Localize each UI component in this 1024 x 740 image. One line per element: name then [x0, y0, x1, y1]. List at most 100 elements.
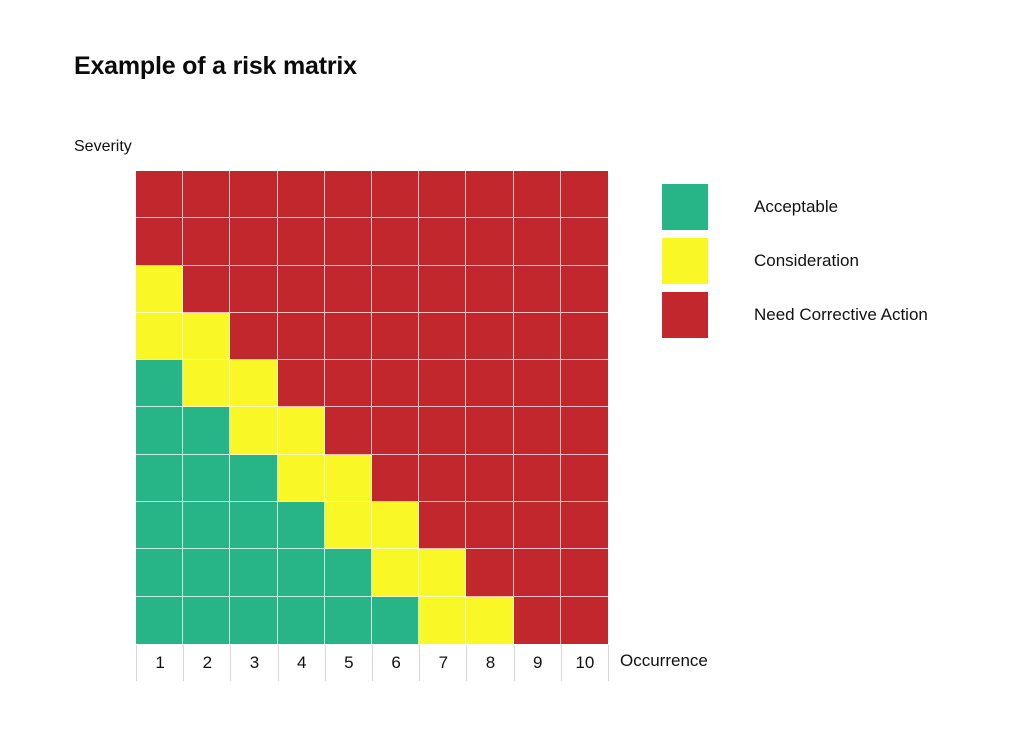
matrix-cell: [466, 407, 514, 455]
legend-label: Need Corrective Action: [754, 305, 928, 324]
matrix-cell: [183, 407, 231, 455]
matrix-cell: [324, 502, 372, 550]
matrix-cell: [230, 218, 278, 266]
matrix-cell: [183, 502, 231, 550]
matrix-cell: [372, 312, 420, 361]
x-axis-tick-label: 3: [230, 645, 277, 681]
matrix-cell: [277, 596, 325, 644]
matrix-cell: [230, 312, 278, 361]
x-axis-title: Occurrence: [620, 651, 708, 670]
legend: Acceptable Consideration Need Corrective A…: [662, 180, 1002, 342]
matrix-cell: [230, 360, 278, 408]
legend-swatch-acceptable: [662, 184, 708, 230]
matrix-cell: [466, 171, 514, 219]
matrix-cell: [560, 407, 608, 455]
matrix-cell: [136, 171, 184, 219]
matrix-cell: [372, 502, 420, 550]
matrix-cell: [324, 549, 372, 597]
x-axis-tick-label: 2: [183, 645, 230, 681]
matrix-cell: [230, 265, 278, 313]
matrix-cell: [183, 312, 231, 361]
matrix-cell: [277, 454, 325, 503]
matrix-cell: [136, 596, 184, 644]
matrix-cell: [513, 312, 561, 361]
matrix-cell: [136, 407, 184, 455]
matrix-cell: [560, 549, 608, 597]
matrix-cell: [324, 407, 372, 455]
legend-label: Consideration: [754, 251, 859, 270]
matrix-cell: [372, 549, 420, 597]
matrix-cell: [277, 171, 325, 219]
matrix-cell: [372, 454, 420, 503]
matrix-cell: [419, 454, 467, 503]
matrix-cell: [466, 360, 514, 408]
matrix-cell: [419, 218, 467, 266]
matrix-cell: [419, 596, 467, 644]
x-axis-tick-label: 9: [513, 645, 561, 681]
matrix-cell: [419, 407, 467, 455]
matrix-cell: [372, 407, 420, 455]
matrix-cell: [513, 360, 561, 408]
matrix-cell: [277, 360, 325, 408]
matrix-cell: [230, 596, 278, 644]
matrix-cell: [466, 549, 514, 597]
matrix-cell: [183, 596, 231, 644]
matrix-cell: [277, 312, 325, 361]
matrix-cell: [419, 265, 467, 313]
matrix-cell: [230, 407, 278, 455]
matrix-cell: [183, 360, 231, 408]
matrix-cell: [466, 312, 514, 361]
matrix-cell: [419, 549, 467, 597]
matrix-cell: [324, 312, 372, 361]
matrix-cell: [277, 218, 325, 266]
matrix-cell: [277, 502, 325, 550]
matrix-cell: [419, 360, 467, 408]
matrix-cell: [136, 312, 184, 361]
x-axis-tick-label: 1: [136, 645, 183, 681]
x-axis-tick-label: 7: [419, 645, 466, 681]
x-axis-tick-label: 6: [372, 645, 419, 681]
risk-matrix-grid: [136, 171, 608, 644]
risk-matrix-plot: [136, 171, 608, 644]
matrix-cell: [324, 360, 372, 408]
legend-swatch-consideration: [662, 238, 708, 284]
matrix-cell: [466, 596, 514, 644]
matrix-cell: [419, 171, 467, 219]
matrix-cell: [419, 502, 467, 550]
matrix-cell: [230, 171, 278, 219]
matrix-cell: [136, 218, 184, 266]
matrix-cell: [183, 454, 231, 503]
matrix-cell: [513, 407, 561, 455]
legend-item: Consideration: [662, 234, 1002, 288]
matrix-cell: [183, 171, 231, 219]
matrix-cell: [560, 218, 608, 266]
matrix-cell: [466, 502, 514, 550]
matrix-cell: [230, 549, 278, 597]
matrix-cell: [277, 407, 325, 455]
matrix-cell: [513, 454, 561, 503]
legend-item: Acceptable: [662, 180, 1002, 234]
matrix-cell: [372, 265, 420, 313]
matrix-cell: [277, 549, 325, 597]
x-axis-tick-label: 10: [560, 645, 608, 681]
matrix-cell: [136, 549, 184, 597]
matrix-cell: [466, 265, 514, 313]
matrix-cell: [560, 454, 608, 503]
matrix-cell: [560, 171, 608, 219]
matrix-cell: [183, 265, 231, 313]
x-axis-tick-label: 4: [277, 645, 325, 681]
matrix-cell: [230, 502, 278, 550]
matrix-cell: [372, 218, 420, 266]
matrix-cell: [372, 360, 420, 408]
matrix-cell: [183, 549, 231, 597]
page-title: Example of a risk matrix: [74, 52, 357, 80]
matrix-cell: [136, 454, 184, 503]
y-axis-title: Severity: [74, 138, 132, 155]
matrix-cell: [513, 218, 561, 266]
matrix-cell: [560, 596, 608, 644]
matrix-cell: [419, 312, 467, 361]
matrix-cell: [466, 454, 514, 503]
matrix-cell: [513, 596, 561, 644]
legend-label: Acceptable: [754, 197, 839, 216]
legend-swatch-corrective: [662, 292, 708, 338]
